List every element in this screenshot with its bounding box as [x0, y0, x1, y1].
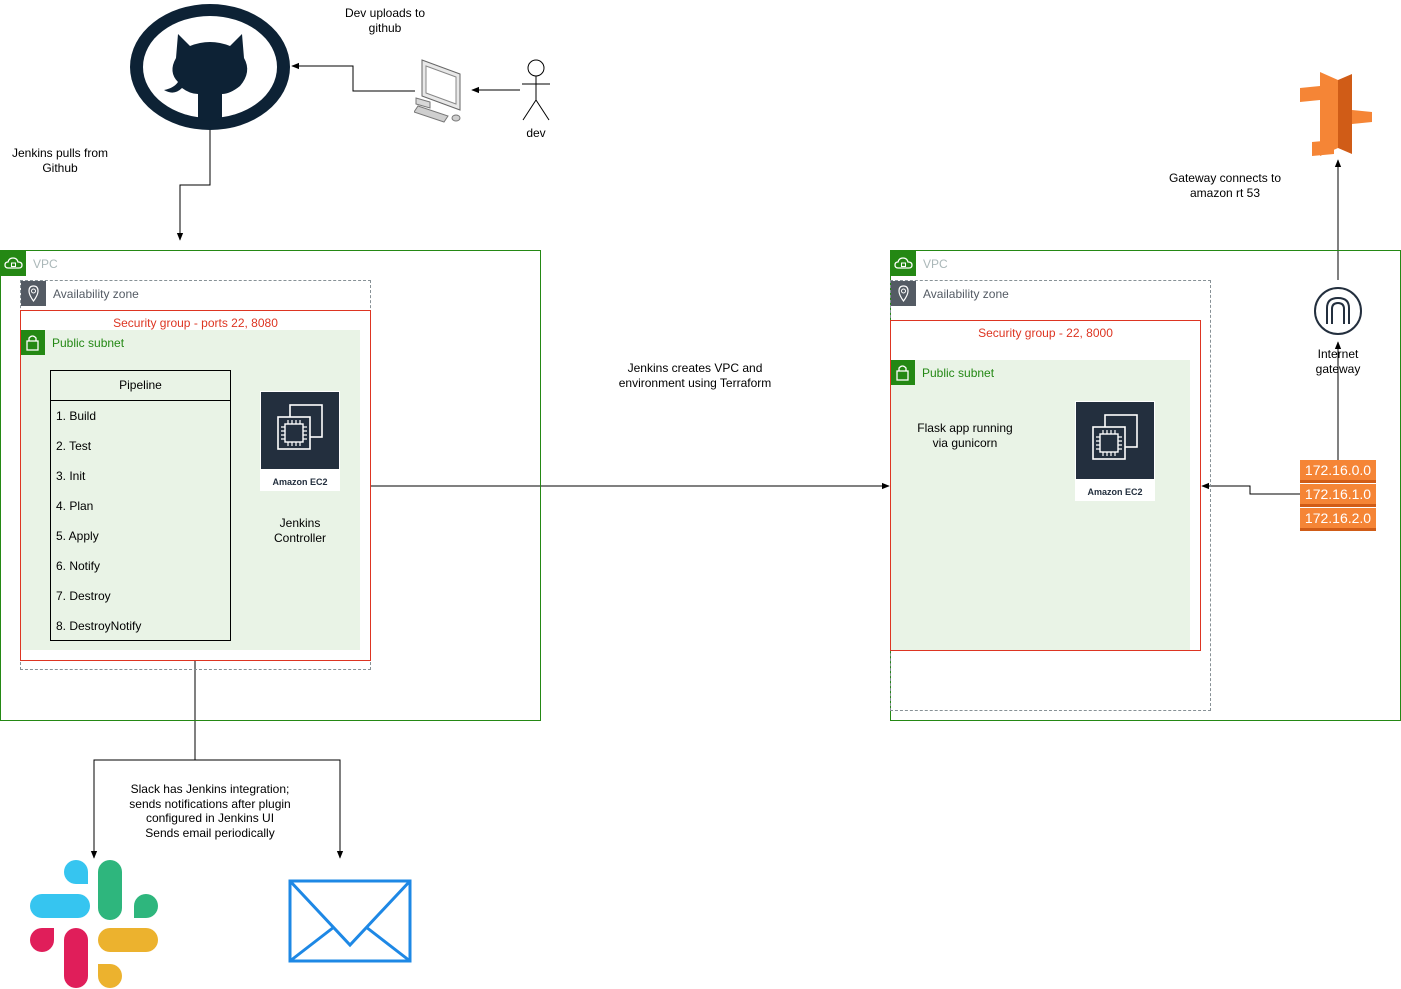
pipeline-step: 4. Plan [56, 499, 94, 513]
slack-note-line: configured in Jenkins UI [145, 811, 275, 825]
jenkins-pulls-label: Jenkins pulls from Github [11, 146, 109, 175]
ip-range-badge: 172.16.2.0 [1300, 508, 1376, 531]
vpc-label: VPC [33, 257, 58, 271]
pipeline-title: Pipeline [51, 371, 230, 401]
pipeline-step: 1. Build [56, 409, 97, 423]
dev-label: dev [526, 126, 546, 140]
ec2-icon [260, 391, 340, 491]
ec2-label: Amazon EC2 [272, 477, 328, 487]
left-ec2-instance: Amazon EC2 [260, 391, 340, 491]
jenkins-creates-label: Jenkins creates VPC and environment usin… [618, 361, 772, 390]
vpc-label: VPC [923, 257, 948, 271]
slack-note-line: Slack has Jenkins integration; [130, 782, 290, 796]
ip-range-badge: 172.16.1.0 [1300, 484, 1376, 507]
availability-zone-pin-icon [21, 281, 46, 306]
internet-gateway-label: Internet gateway [1298, 347, 1378, 377]
slack-icon [30, 860, 158, 988]
slack-note: Slack has Jenkins integration; sends not… [110, 782, 310, 840]
jenkins-controller-label: Jenkins Controller [255, 516, 345, 546]
ec2-icon [1075, 401, 1155, 501]
security-group-label: Security group - 22, 8000 [978, 326, 1113, 340]
az-label: Availability zone [923, 287, 1009, 301]
security-group-label: Security group - ports 22, 8080 [113, 316, 278, 330]
slack-note-line: sends notifications after plugin [129, 796, 291, 811]
flask-app-label: Flask app running via gunicorn [905, 421, 1025, 451]
availability-zone-pin-icon [891, 281, 916, 306]
arrow-computer-to-github [291, 62, 415, 92]
pipeline-step: 3. Init [56, 469, 86, 483]
pipeline-step: 7. Destroy [56, 589, 111, 603]
arrow-github-to-vpc [176, 130, 211, 241]
flask-line-2: via gunicorn [932, 436, 998, 450]
email-icon [288, 879, 412, 963]
dev-uploads-label: Dev uploads to github [344, 6, 426, 35]
internet-gateway-icon [1314, 287, 1362, 335]
igw-line-2: gateway [1315, 362, 1361, 376]
pipeline-box: Pipeline 1. Build 2. Test 3. Init 4. Pla… [50, 370, 231, 641]
controller-line-1: Jenkins [279, 516, 321, 530]
controller-line-2: Controller [273, 531, 327, 545]
slack-note-line: Sends email periodically [145, 825, 275, 840]
pipeline-step: 8. DestroyNotify [56, 619, 142, 633]
flask-line-1: Flask app running [917, 421, 1013, 435]
pipeline-step: 2. Test [56, 439, 92, 453]
ec2-label: Amazon EC2 [1087, 487, 1143, 497]
az-label: Availability zone [53, 287, 139, 301]
right-ec2-instance: Amazon EC2 [1075, 401, 1155, 501]
pipeline-step: 5. Apply [56, 529, 99, 543]
ip-range-badge: 172.16.0.0 [1300, 460, 1376, 483]
person-icon [522, 59, 550, 121]
gateway-connects-label: Gateway connects to amazon rt 53 [1168, 171, 1282, 200]
vpc-cloud-icon [891, 251, 916, 276]
route53-icon [1300, 72, 1372, 156]
vpc-cloud-icon [1, 251, 26, 276]
igw-line-1: Internet [1317, 347, 1359, 361]
github-icon [130, 4, 290, 130]
pipeline-step: 6. Notify [56, 559, 101, 573]
desktop-computer-icon [414, 59, 461, 123]
